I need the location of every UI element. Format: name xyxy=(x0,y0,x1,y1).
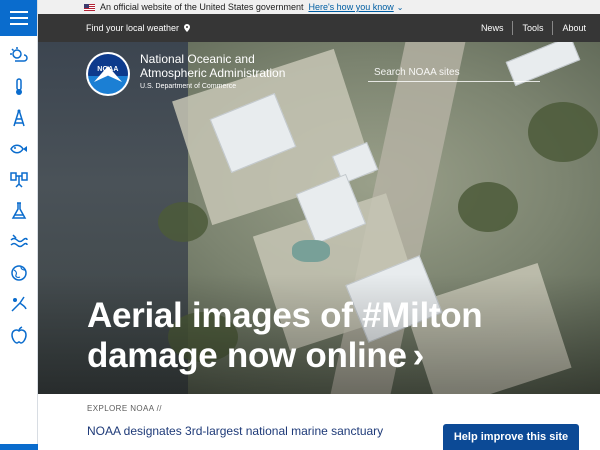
agency-name: National Oceanic and Atmospheric Adminis… xyxy=(140,52,285,90)
rail-bottom-bar xyxy=(0,444,38,450)
rail-item-weather[interactable] xyxy=(0,40,37,71)
thermometer-icon xyxy=(15,77,22,95)
local-weather-label: Find your local weather xyxy=(86,23,180,33)
weather-icon xyxy=(9,46,28,62)
menu-button[interactable] xyxy=(0,0,37,36)
rail-item-research[interactable] xyxy=(0,102,37,133)
hero-headline-link[interactable]: Aerial images of #Milton damage now onli… xyxy=(87,296,483,376)
gov-banner: An official website of the United States… xyxy=(38,0,600,14)
chevron-right-icon: › xyxy=(412,336,425,375)
nav-tools-link[interactable]: Tools xyxy=(522,23,543,33)
hero-tree xyxy=(528,102,598,162)
hero-headline-line2: damage now online xyxy=(87,336,407,375)
noaa-seal-icon: NOAA xyxy=(86,52,130,96)
help-improve-button[interactable]: Help improve this site xyxy=(443,424,579,450)
fish-icon xyxy=(9,144,27,153)
nav-news-link[interactable]: News xyxy=(481,23,504,33)
tower-icon xyxy=(12,109,25,126)
explore-kicker: EXPLORE NOAA // xyxy=(87,404,162,413)
nav-divider xyxy=(552,21,554,35)
department-name: U.S. Department of Commerce xyxy=(140,83,237,90)
agency-name-line2: Atmospheric Administration xyxy=(140,66,286,80)
noaa-logo[interactable]: NOAA National Oceanic and Atmospheric Ad… xyxy=(86,52,285,96)
left-icon-rail xyxy=(0,0,38,450)
gov-banner-text: An official website of the United States… xyxy=(100,2,304,12)
rail-item-planet[interactable] xyxy=(0,257,37,288)
agency-name-line1: National Oceanic and xyxy=(140,52,255,66)
globe-icon xyxy=(10,264,27,281)
rail-item-coasts[interactable] xyxy=(0,226,37,257)
coast-icon xyxy=(9,233,28,247)
hero-pool xyxy=(292,240,330,262)
hero-tree xyxy=(158,202,208,242)
search-input[interactable]: Search NOAA sites xyxy=(368,64,540,82)
top-nav: Find your local weather News Tools About xyxy=(38,14,600,42)
nav-about-link[interactable]: About xyxy=(562,23,586,33)
hero-headline-line1: Aerial images of #Milton xyxy=(87,296,483,335)
nav-divider xyxy=(512,21,514,35)
rail-item-recreation[interactable] xyxy=(0,288,37,319)
rail-item-climate[interactable] xyxy=(0,71,37,102)
hero-tree xyxy=(458,182,518,232)
hamburger-icon xyxy=(9,17,28,19)
seal-text: NOAA xyxy=(97,66,119,73)
fishing-icon xyxy=(10,296,27,312)
us-flag-icon xyxy=(84,3,95,11)
rail-item-fisheries[interactable] xyxy=(0,133,37,164)
flask-icon xyxy=(11,201,26,219)
location-pin-icon xyxy=(184,24,191,32)
satellite-icon xyxy=(9,171,28,188)
heres-how-you-know-link[interactable]: Here's how you know xyxy=(308,2,393,12)
apple-icon xyxy=(10,325,27,344)
rail-item-science[interactable] xyxy=(0,195,37,226)
rail-item-education[interactable] xyxy=(0,319,37,350)
rail-item-satellites[interactable] xyxy=(0,164,37,195)
local-weather-link[interactable]: Find your local weather xyxy=(86,23,191,33)
chevron-down-icon[interactable]: ⌄ xyxy=(397,3,404,12)
story-link[interactable]: NOAA designates 3rd-largest national mar… xyxy=(87,424,383,438)
top-nav-links: News Tools About xyxy=(481,21,586,35)
